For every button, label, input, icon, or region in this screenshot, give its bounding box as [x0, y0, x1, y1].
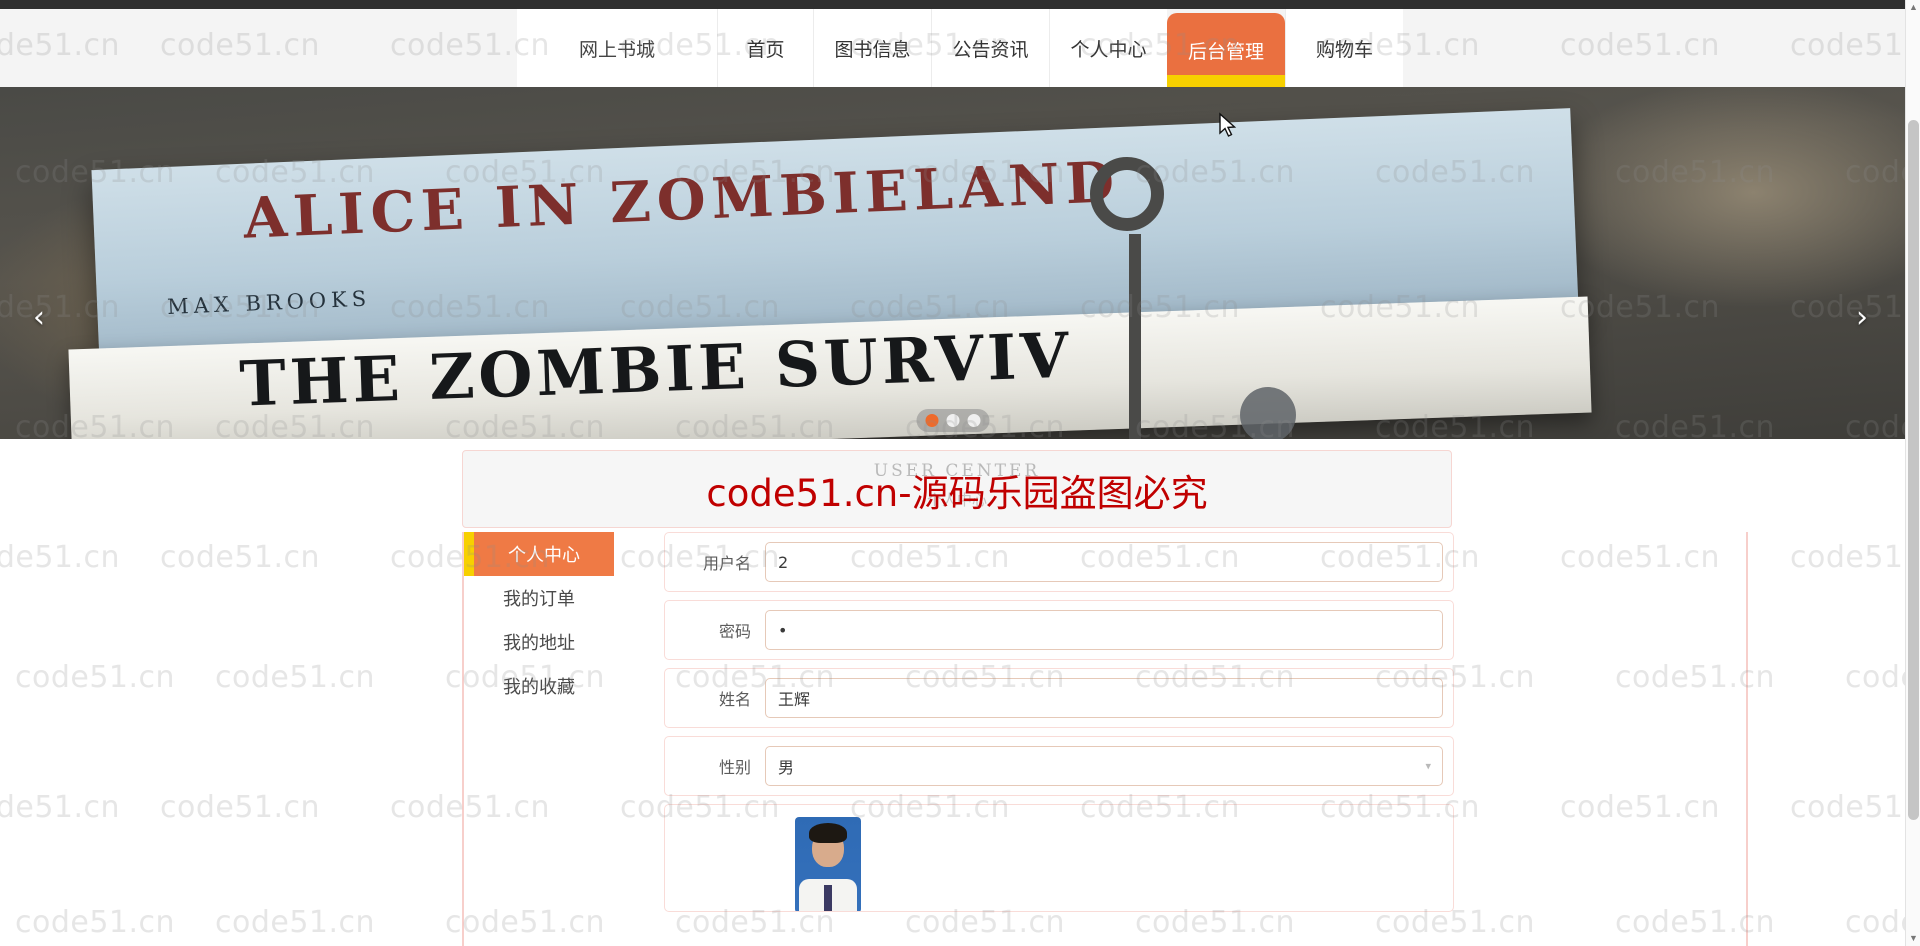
watermark-text: code51.cn: [160, 790, 321, 825]
page-title-chinese: 个人中心: [926, 491, 987, 509]
watermark-text: code51.cn: [1790, 540, 1920, 575]
username-input[interactable]: [765, 542, 1443, 582]
gender-select-input[interactable]: [765, 746, 1443, 786]
label-username: 用户名: [702, 554, 751, 573]
password-input[interactable]: [765, 610, 1443, 650]
site-title: 网上书城: [517, 9, 717, 87]
label-password: 密码: [718, 622, 751, 641]
form-row-username: 用户名: [664, 532, 1454, 592]
watermark-text: code51.cn: [1790, 790, 1920, 825]
form-row-password: 密码: [664, 600, 1454, 660]
label-gender: 性别: [718, 758, 751, 777]
nav-inner: 网上书城 首页 图书信息 公告资讯 个人中心 后台管理 购物车: [0, 9, 1920, 87]
fullname-input[interactable]: [765, 678, 1443, 718]
form-row-fullname: 姓名: [664, 668, 1454, 728]
avatar-tie: [824, 885, 832, 911]
form-row-avatar: [664, 804, 1454, 912]
watermark-text: code51.cn: [0, 790, 121, 825]
nav-item-admin[interactable]: 后台管理: [1167, 13, 1285, 87]
profile-form: 用户名 密码 姓名 性别 ▾: [616, 532, 1746, 920]
nav-item-announcements[interactable]: 公告资讯: [931, 9, 1049, 87]
gender-select-wrapper[interactable]: ▾: [765, 746, 1443, 786]
nav-item-user-center[interactable]: 个人中心: [1049, 9, 1167, 87]
scroll-down-icon[interactable]: ▼: [1906, 931, 1920, 946]
publisher-logo-icon: [1240, 387, 1296, 439]
carousel-dot-2[interactable]: [946, 414, 960, 427]
sidebar-item-user-center[interactable]: 个人中心: [464, 532, 614, 576]
watermark-text: code51.cn: [15, 905, 176, 940]
main-navigation-bar: 网上书城 首页 图书信息 公告资讯 个人中心 后台管理 购物车: [0, 9, 1920, 87]
carousel-slide-image: ALICE IN ZOMBIELAND MAX BROOKS THE ZOMBI…: [0, 87, 1906, 439]
carousel-prev-icon[interactable]: ‹: [22, 302, 56, 336]
browser-top-strip: [0, 0, 1920, 9]
user-center-sidebar: 个人中心 我的订单 我的地址 我的收藏: [464, 532, 614, 708]
hero-carousel[interactable]: ALICE IN ZOMBIELAND MAX BROOKS THE ZOMBI…: [0, 87, 1906, 439]
form-row-gender: 性别 ▾: [664, 736, 1454, 796]
carousel-indicator-dots[interactable]: [916, 409, 990, 432]
carousel-dot-3[interactable]: [967, 414, 981, 427]
book-title-text: ALICE IN ZOMBIELAND: [242, 149, 1122, 252]
key-decoration-icon: [1090, 157, 1164, 439]
vertical-scrollbar[interactable]: ▲ ▼: [1905, 0, 1920, 946]
scroll-up-icon[interactable]: ▲: [1906, 0, 1920, 15]
watermark-text: code51.cn: [15, 660, 176, 695]
carousel-dot-1[interactable]: [925, 414, 939, 427]
sidebar-item-my-favorites[interactable]: 我的收藏: [464, 664, 614, 708]
watermark-text: code51.cn: [0, 540, 121, 575]
scrollbar-thumb[interactable]: [1908, 120, 1919, 820]
content-frame: 个人中心 我的订单 我的地址 我的收藏 用户名 密码 姓名 性别 ▾: [462, 532, 1748, 946]
page-title-english: USER CENTER: [873, 461, 1041, 481]
watermark-text: code51.cn: [160, 540, 321, 575]
carousel-next-icon[interactable]: ›: [1845, 302, 1879, 336]
avatar-image[interactable]: [795, 817, 861, 911]
sidebar-item-my-address[interactable]: 我的地址: [464, 620, 614, 664]
nav-item-home[interactable]: 首页: [717, 9, 813, 87]
nav-item-books[interactable]: 图书信息: [813, 9, 931, 87]
sidebar-item-my-orders[interactable]: 我的订单: [464, 576, 614, 620]
avatar-hair: [809, 823, 847, 843]
book-author-text: MAX BROOKS: [166, 286, 372, 320]
label-fullname: 姓名: [718, 690, 751, 709]
watermark-text: code51.cn: [215, 905, 376, 940]
nav-item-cart[interactable]: 购物车: [1285, 9, 1403, 87]
watermark-text: code51.cn: [215, 660, 376, 695]
page-title-banner: USER CENTER 个人中心: [462, 450, 1452, 528]
